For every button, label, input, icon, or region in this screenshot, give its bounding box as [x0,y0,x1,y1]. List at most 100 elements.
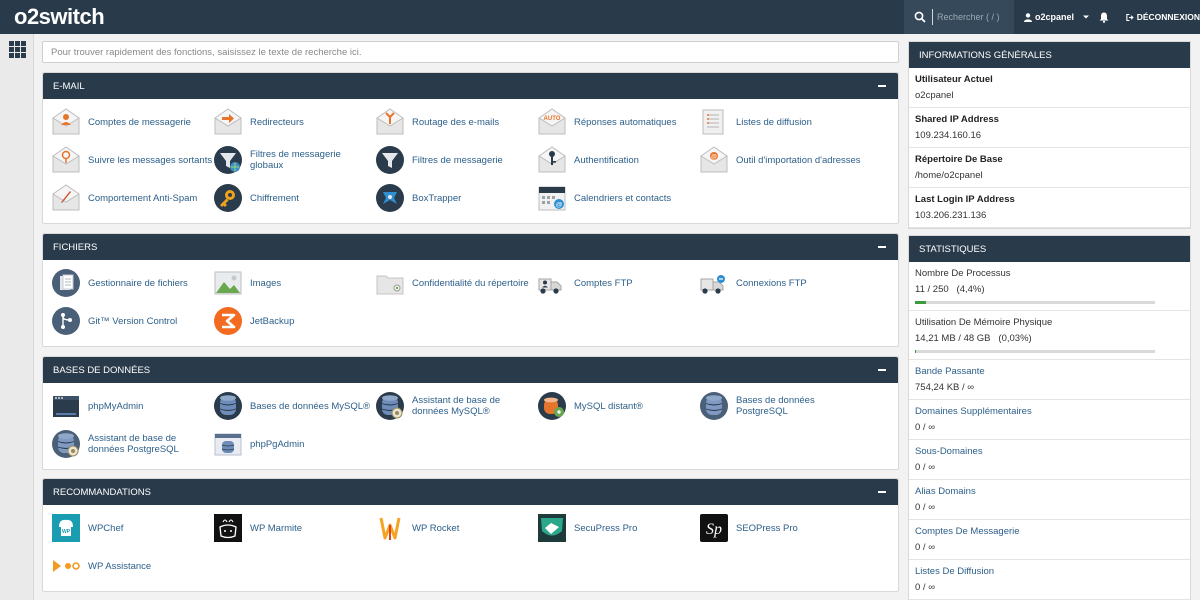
feature-label: WP Marmite [250,522,303,534]
stat-row[interactable]: Domaines Supplémentaires 0 / ∞ [909,400,1190,440]
bell-icon [1099,12,1109,23]
remote-mysql-icon [538,392,566,420]
o2switch-logo[interactable]: o2switch [14,4,105,30]
feature-ftp-connections[interactable]: Connexions FTP [699,266,861,300]
header-search-input[interactable] [932,9,1010,25]
section-header[interactable]: FICHIERS [43,234,898,260]
info-label: Utilisateur Actuel [915,74,993,85]
info-row: Last Login IP Address 103.206.231.136 [909,188,1190,228]
collapse-icon[interactable] [878,491,886,493]
info-value: 109.234.160.16 [915,130,982,141]
feature-spam[interactable]: Comportement Anti-Spam [51,181,213,215]
stats-panel: STATISTIQUES Nombre De Processus 11 / 250… [908,235,1191,600]
feature-remote-mysql[interactable]: MySQL distant® [537,389,699,423]
header-search[interactable] [904,0,1014,34]
stat-label[interactable]: Domaines Supplémentaires [915,406,1190,417]
left-rail [0,34,34,600]
feature-git[interactable]: Git™ Version Control [51,304,213,338]
feature-label: phpMyAdmin [88,400,144,412]
stat-label[interactable]: Comptes De Messagerie [915,526,1190,537]
feature-mysql-wizard[interactable]: Assistant de base de données MySQL® [375,389,537,423]
feature-ftp-accounts[interactable]: Comptes FTP [537,266,699,300]
stat-value: 0 / ∞ [915,462,935,473]
stat-value: 0 / ∞ [915,582,935,593]
stat-label[interactable]: Sous-Domaines [915,446,1190,457]
info-value: /home/o2cpanel [915,170,983,181]
stat-row[interactable]: Sous-Domaines 0 / ∞ [909,440,1190,480]
ftp-connections-icon [700,275,725,294]
section-title: BASES DE DONNÉES [53,364,151,376]
feature-track-delivery[interactable]: Suivre les messages sortants [51,143,213,177]
logout-button[interactable]: DÉCONNEXION [1120,0,1200,34]
forwarders-icon [214,108,242,135]
feature-email-filters[interactable]: Filtres de messagerie [375,143,537,177]
feature-forwarders[interactable]: Redirecteurs [213,105,375,139]
wp-marmite-icon [214,514,242,542]
feature-label: Filtres de messagerie [412,154,503,166]
svg-text:@: @ [711,155,717,161]
feature-phpmyadmin[interactable]: phpMyAdmin [51,389,213,423]
feature-encryption[interactable]: Chiffrement [213,181,375,215]
section-bases-de-donn-es: BASES DE DONNÉES phpMyAdmin Bases de donné… [42,356,899,470]
collapse-icon[interactable] [878,85,886,87]
feature-authentication[interactable]: Authentification [537,143,699,177]
section-header[interactable]: E-MAIL [43,73,898,99]
stat-label[interactable]: Listes De Diffusion [915,566,1190,577]
apps-grid-icon[interactable] [9,41,26,58]
stat-label[interactable]: Alias Domains [915,486,1190,497]
calendar-contacts-icon: @ [538,186,566,211]
section-header[interactable]: BASES DE DONNÉES [43,357,898,383]
feature-seopress[interactable]: Sp SEOPress Pro [699,511,861,545]
search-icon [914,11,926,23]
svg-text:Sp: Sp [706,521,722,538]
feature-label: phpPgAdmin [250,438,305,450]
feature-wp-marmite[interactable]: WP Marmite [213,511,375,545]
feature-mailing-lists[interactable]: Listes de diffusion [699,105,861,139]
feature-email-routing[interactable]: Routage des e-mails [375,105,537,139]
feature-label: Comptes FTP [574,277,633,289]
feature-wpchef[interactable]: WP WPChef [51,511,213,545]
feature-images[interactable]: Images [213,266,375,300]
section-header[interactable]: RECOMMANDATIONS [43,479,898,505]
stat-value: 0 / ∞ [915,542,935,553]
usage-progress-bar [915,301,1155,304]
feature-boxtrapper[interactable]: BoxTrapper [375,181,537,215]
quick-search-input[interactable] [42,41,899,63]
mailing-lists-icon [702,109,724,135]
feature-postgresql-wizard[interactable]: Assistant de base de données PostgreSQL [51,427,213,461]
collapse-icon[interactable] [878,246,886,248]
feature-wp-rocket[interactable]: WP Rocket [375,511,537,545]
user-menu[interactable]: o2cpanel [1014,0,1090,34]
feature-label: Assistant de base de données PostgreSQL [88,433,179,455]
feature-email-accounts[interactable]: Comptes de messagerie [51,105,213,139]
notifications-button[interactable] [1090,0,1118,34]
feature-file-manager[interactable]: Gestionnaire de fichiers [51,266,213,300]
encryption-icon [214,184,242,212]
feature-directory-privacy[interactable]: Confidentialité du répertoire [375,266,537,300]
feature-label: Bases de données MySQL® [250,400,371,412]
feature-mysql-databases[interactable]: Bases de données MySQL® [213,389,375,423]
feature-jetbackup[interactable]: JetBackup [213,304,375,338]
stat-row: Utilisation De Mémoire Physique 14,21 MB … [909,311,1190,360]
feature-postgresql-databases[interactable]: Bases de données PostgreSQL [699,389,861,423]
stat-row[interactable]: Comptes De Messagerie 0 / ∞ [909,520,1190,560]
info-row: Shared IP Address 109.234.160.16 [909,108,1190,148]
feature-phppgadmin[interactable]: phpPgAdmin [213,427,375,461]
stat-row[interactable]: Listes De Diffusion 0 / ∞ [909,560,1190,600]
feature-wp-assistance[interactable]: WP Assistance [51,549,213,583]
stat-row[interactable]: Bande Passante 754,24 KB / ∞ [909,360,1190,400]
stat-value: 0 / ∞ [915,422,935,433]
feature-address-importer[interactable]: @ Outil d'importation d'adresses [699,143,861,177]
stat-label[interactable]: Bande Passante [915,366,1190,377]
svg-text:WP: WP [62,529,71,535]
phppgadmin-icon [214,433,242,456]
section-title: RECOMMANDATIONS [53,486,151,498]
feature-calendar-contacts[interactable]: @ Calendriers et contacts [537,181,699,215]
feature-autoresponders[interactable]: AUTO Réponses automatiques [537,105,699,139]
stat-row[interactable]: Alias Domains 0 / ∞ [909,480,1190,520]
feature-secupress[interactable]: SecuPress Pro [537,511,699,545]
feature-label: SEOPress Pro [736,522,798,534]
info-label: Répertoire De Base [915,154,1003,165]
collapse-icon[interactable] [878,369,886,371]
feature-global-filters[interactable]: Filtres de messagerie globaux [213,143,375,177]
